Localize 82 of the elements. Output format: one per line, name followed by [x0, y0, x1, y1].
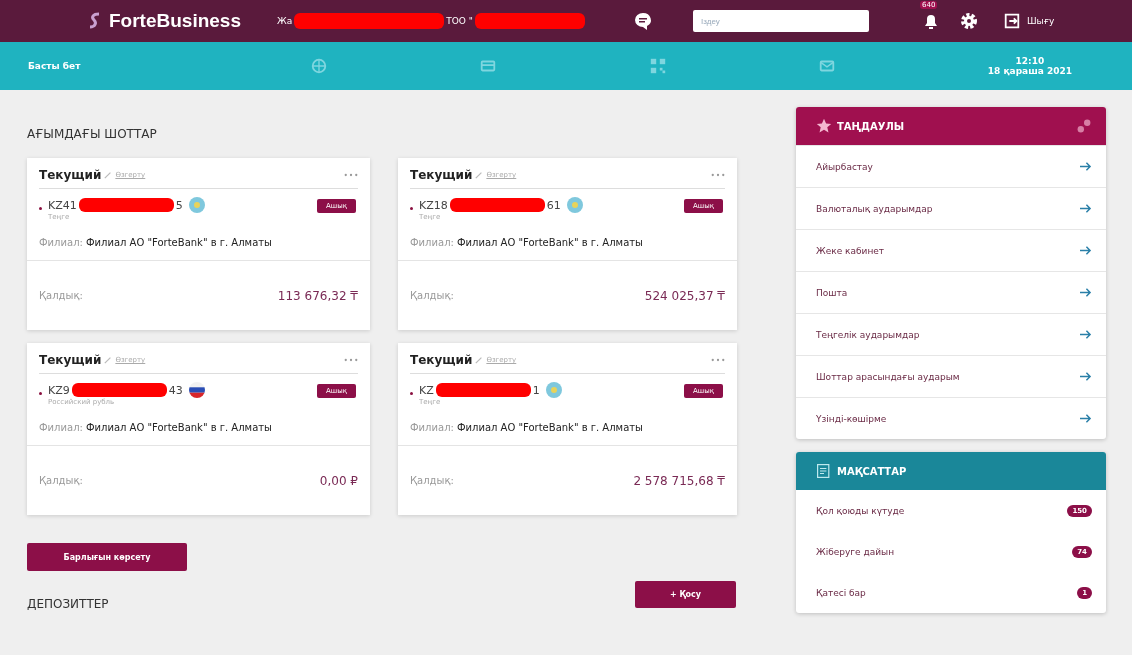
star-icon: [816, 118, 832, 134]
favorite-link[interactable]: Валюталық аударымдар: [796, 187, 1106, 229]
favorite-link[interactable]: Жеке кабинет: [796, 229, 1106, 271]
document-icon: [816, 463, 832, 479]
company-name: ТОО ": [446, 16, 473, 26]
pencil-icon: [475, 356, 484, 364]
logout-button[interactable]: Шығу: [997, 11, 1061, 31]
flag-icon: [566, 197, 583, 213]
favorite-link[interactable]: Үзінді-көшірме: [796, 397, 1106, 439]
arrow-right-icon: [1079, 161, 1092, 172]
balance-label: Қалдық:: [39, 475, 83, 486]
arrow-right-icon: [1079, 203, 1092, 214]
arrow-right-icon: [1079, 287, 1092, 298]
favorite-link[interactable]: Пошта: [796, 271, 1106, 313]
bullet-icon: [410, 207, 413, 210]
flag-icon: [545, 382, 562, 398]
branch-label: Филиал:: [39, 237, 83, 248]
favorite-link[interactable]: Айырбастау: [796, 145, 1106, 187]
account-type: Текущий: [410, 168, 473, 182]
pencil-icon: [475, 171, 484, 179]
more-icon[interactable]: [711, 173, 725, 177]
globe-icon[interactable]: [309, 57, 328, 75]
balance-label: Қалдық:: [410, 475, 454, 486]
favorite-link[interactable]: Шоттар арасындағы аударым: [796, 355, 1106, 397]
account-number: KZ: [419, 383, 434, 397]
account-type: Текущий: [39, 353, 102, 367]
time-text: 12:10: [1015, 56, 1045, 66]
user-name: Жа: [277, 16, 293, 26]
more-icon[interactable]: [711, 358, 725, 362]
settings-icon[interactable]: [959, 11, 979, 31]
balance-amount: 524 025,37 ₸: [644, 288, 725, 303]
flag-icon: [188, 382, 205, 398]
pencil-icon: [104, 171, 113, 179]
branch-name: Филиал АО "ForteBank" в г. Алматы: [85, 422, 272, 433]
arrow-right-icon: [1079, 245, 1092, 256]
bullet-icon: [39, 392, 42, 395]
balance-label: Қалдық:: [39, 290, 83, 301]
branch-label: Филиал:: [410, 422, 454, 433]
arrow-right-icon: [1079, 371, 1092, 382]
bullet-icon: [39, 207, 42, 210]
balance-amount: 113 676,32 ₸: [277, 288, 358, 303]
qr-code-icon[interactable]: [648, 57, 667, 75]
logout-icon: [1003, 12, 1021, 30]
account-number: KZ18: [419, 198, 448, 212]
pencil-icon: [104, 356, 113, 364]
balance-amount: 0,00 ₽: [319, 473, 358, 488]
goal-label: Жіберуге дайын: [816, 546, 895, 557]
branch-label: Филиал:: [410, 237, 454, 248]
account-number: KZ9: [48, 383, 70, 397]
link-icon[interactable]: [1076, 118, 1092, 134]
bullet-icon: [410, 392, 413, 395]
section-title: ДЕПОЗИТТЕР: [27, 597, 109, 611]
more-icon[interactable]: [344, 358, 358, 362]
balance-label: Қалдық:: [410, 290, 454, 301]
chat-icon[interactable]: [633, 11, 653, 31]
panel-title: ТАҢДАУЛЫ: [837, 120, 905, 132]
account-type: Текущий: [410, 353, 473, 367]
flag-icon: [188, 197, 205, 213]
account-number: KZ41: [48, 198, 77, 212]
date-text: 18 қараша 2021: [987, 66, 1072, 76]
arrow-right-icon: [1079, 413, 1092, 424]
account-number: 43: [168, 383, 183, 397]
arrow-right-icon: [1079, 329, 1092, 340]
goal-label: Қатесі бар: [816, 587, 866, 598]
show-all-button[interactable]: Барлығын көрсету: [27, 543, 187, 571]
section-title: АҒЫМДАҒЫ ШОТТАР: [27, 127, 158, 141]
branch-name: Филиал АО "ForteBank" в г. Алматы: [456, 237, 643, 248]
panel-title: МАҚСАТТАР: [837, 465, 907, 477]
branch-name: Филиал АО "ForteBank" в г. Алматы: [85, 237, 272, 248]
branch-label: Филиал:: [39, 422, 83, 433]
account-number: 61: [546, 198, 561, 212]
favorite-link[interactable]: Теңгелік аударымдар: [796, 313, 1106, 355]
goal-label: Қол қоюды күтуде: [816, 505, 905, 516]
account-number: 1: [532, 383, 540, 397]
account-type: Текущий: [39, 168, 102, 182]
branch-name: Филиал АО "ForteBank" в г. Алматы: [456, 422, 643, 433]
search-field[interactable]: Іздеу: [693, 10, 869, 32]
balance-amount: 2 578 715,68 ₸: [633, 473, 725, 488]
add-button[interactable]: + Қосу: [635, 580, 736, 608]
more-icon[interactable]: [344, 173, 358, 177]
logo-text: ForteBusiness: [109, 10, 241, 32]
account-number: 5: [175, 198, 183, 212]
